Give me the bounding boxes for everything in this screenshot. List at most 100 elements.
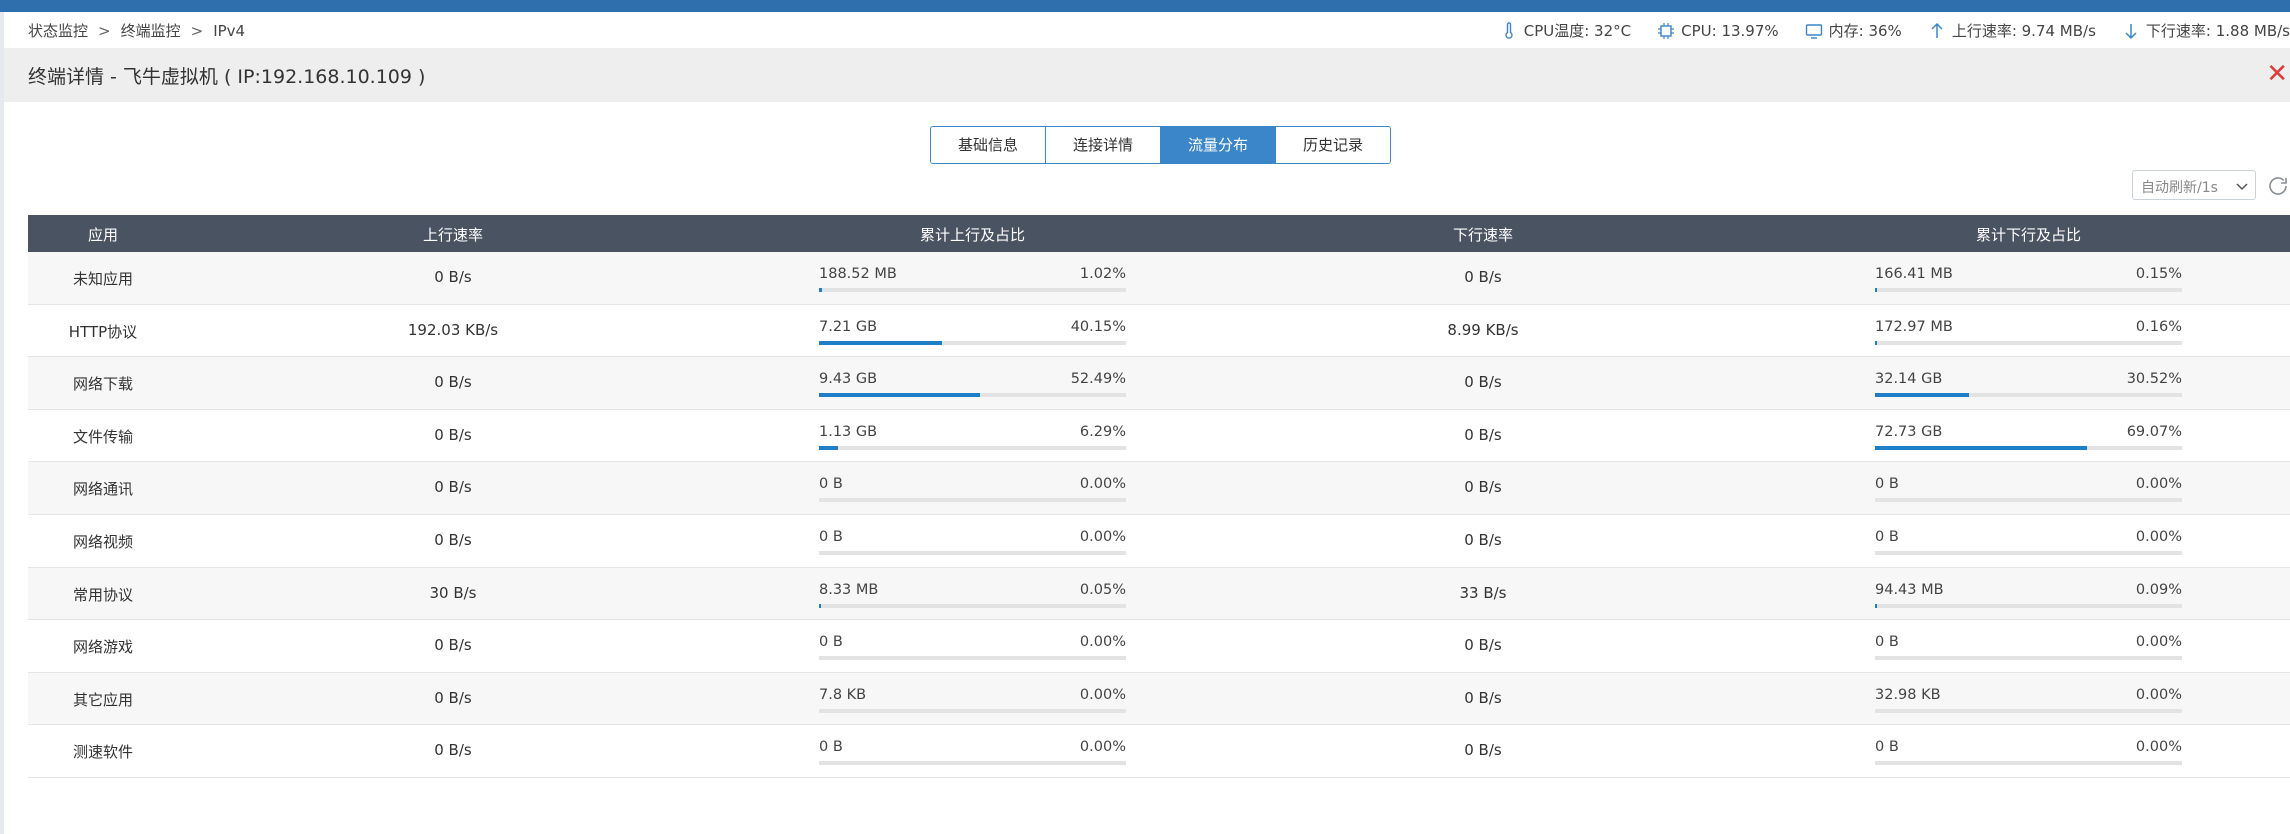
upload-progress-track xyxy=(819,498,1126,503)
crumb-bar: 状态监控 > 终端监控 > IPv4 CPU温度: 32°C CPU: 13.9… xyxy=(0,12,2290,48)
memory-text: 内存: 36% xyxy=(1828,22,1902,40)
upload-total-percent: 40.15% xyxy=(1070,318,1126,335)
upload-total-percent: 52.49% xyxy=(1070,371,1126,388)
table-row: 网络视频 0 B/s 0 B 0.00% 0 B/s 0 B 0.00% xyxy=(28,514,2290,568)
table-row: 未知应用 0 B/s 188.52 MB 1.02% 0 B/s 166.41 MB 0.1… xyxy=(28,252,2290,305)
download-rate: 0 B/s xyxy=(1464,741,1502,760)
download-progress-track xyxy=(1875,656,2182,661)
upload-total-percent: 1.02% xyxy=(1079,266,1126,282)
download-progress-track xyxy=(1875,340,2182,345)
upload-total-value: 1.13 GB xyxy=(819,423,878,440)
arrow-down-icon xyxy=(2125,23,2137,39)
download-progress-track xyxy=(1875,708,2182,713)
upload-total-bar: 0 B 0.00% xyxy=(819,476,1126,503)
memory-status: 内存: 36% xyxy=(1805,20,1902,41)
title-bar: 终端详情 - 飞牛虚拟机 ( IP:192.168.10.109 ) ✕ xyxy=(4,48,2290,102)
breadcrumb-item-terminal-monitor[interactable]: 终端监控 xyxy=(121,20,181,41)
tab-traffic-distribution[interactable]: 流量分布 xyxy=(1161,127,1276,163)
upload-progress-track xyxy=(819,656,1126,661)
upload-progress-fill xyxy=(819,393,981,398)
upload-total-percent: 0.00% xyxy=(1079,476,1126,493)
upload-total-value: 0 B xyxy=(819,528,843,545)
upload-rate: 0 B/s xyxy=(434,741,472,760)
download-rate-status: 下行速率: 1.88 MB/s xyxy=(2122,20,2290,41)
download-total-bar: 94.43 MB 0.09% xyxy=(1875,582,2182,608)
tab-history[interactable]: 历史记录 xyxy=(1276,127,1390,163)
download-progress-fill xyxy=(1875,288,1877,292)
app-name: HTTP协议 xyxy=(68,322,138,341)
system-status: CPU温度: 32°C CPU: 13.97% 内存: 36% 上行速率: 9.… xyxy=(1500,20,2290,41)
cpu-text: CPU: 13.97% xyxy=(1681,21,1779,40)
upload-total-percent: 6.29% xyxy=(1079,423,1126,440)
thermometer-icon xyxy=(1505,21,1513,39)
download-progress-fill xyxy=(1875,340,1877,345)
download-progress-track xyxy=(1875,393,2182,398)
breadcrumb: 状态监控 > 终端监控 > IPv4 xyxy=(28,20,245,41)
upload-total-value: 7.8 KB xyxy=(819,686,867,703)
tab-basic-info[interactable]: 基础信息 xyxy=(931,127,1046,163)
download-total-value: 0 B xyxy=(1875,739,1899,756)
download-total-bar: 32.14 GB 30.52% xyxy=(1875,371,2182,398)
upload-progress-fill xyxy=(819,288,823,292)
chevron-down-icon xyxy=(2236,183,2248,191)
app-name: 未知应用 xyxy=(72,270,133,288)
download-total-bar: 0 B 0.00% xyxy=(1875,529,2182,555)
upload-total-bar: 0 B 0.00% xyxy=(819,634,1126,661)
upload-rate-status: 上行速率: 9.74 MB/s xyxy=(1928,20,2096,41)
download-total-percent: 0.09% xyxy=(2135,581,2182,598)
download-total-percent: 0.00% xyxy=(2135,634,2182,651)
arrow-up-icon xyxy=(1931,22,1943,38)
download-total-percent: 0.00% xyxy=(2135,476,2182,493)
table-body: 未知应用 0 B/s 188.52 MB 1.02% 0 B/s 166.41 MB 0.1… xyxy=(28,252,2290,778)
upload-total-bar: 9.43 GB 52.49% xyxy=(819,371,1126,398)
download-progress-fill xyxy=(1875,445,2088,450)
download-total-value: 166.41 MB xyxy=(1875,266,1953,282)
upload-total-value: 0 B xyxy=(819,739,843,756)
monitor-icon xyxy=(1805,23,1822,39)
app-name: 网络通讯 xyxy=(72,480,133,499)
app-name: 其它应用 xyxy=(72,690,133,709)
download-progress-track xyxy=(1875,550,2182,555)
download-total-value: 32.98 KB xyxy=(1875,686,1941,703)
auto-refresh-select[interactable]: 自动刷新/1s xyxy=(2132,170,2256,200)
app-name: 网络游戏 xyxy=(72,638,133,657)
upload-total-percent: 0.00% xyxy=(1079,528,1126,545)
upload-rate: 0 B/s xyxy=(434,268,472,286)
upload-rate: 0 B/s xyxy=(434,530,472,549)
refresh-icon[interactable] xyxy=(2266,174,2290,198)
upload-rate: 0 B/s xyxy=(434,636,472,655)
download-progress-track xyxy=(1875,288,2182,292)
download-total-bar: 72.73 GB 69.07% xyxy=(1875,424,2182,450)
upload-total-percent: 0.05% xyxy=(1079,581,1126,598)
download-progress-track xyxy=(1875,603,2182,608)
upload-progress-fill xyxy=(819,340,943,345)
upload-total-bar: 8.33 MB 0.05% xyxy=(819,582,1126,608)
table-row: 常用协议 30 B/s 8.33 MB 0.05% 33 B/s 94.43 MB 0.09… xyxy=(28,567,2290,621)
upload-progress-track xyxy=(819,288,1126,292)
upload-total-bar: 188.52 MB 1.02% xyxy=(819,266,1126,292)
upload-rate: 0 B/s xyxy=(434,373,472,392)
app-name: 测速软件 xyxy=(72,743,133,762)
upload-rate: 0 B/s xyxy=(434,425,472,444)
tab-connection-details[interactable]: 连接详情 xyxy=(1046,127,1161,163)
table-row: 网络游戏 0 B/s 0 B 0.00% 0 B/s 0 B 0.00% xyxy=(28,620,2290,673)
download-total-bar: 0 B 0.00% xyxy=(1875,634,2182,661)
breadcrumb-separator: > xyxy=(98,21,111,40)
upload-progress-track xyxy=(819,445,1126,450)
download-rate: 8.99 KB/s xyxy=(1447,320,1519,339)
table-row: 网络通讯 0 B/s 0 B 0.00% 0 B/s 0 B 0.00% xyxy=(28,462,2290,515)
download-total-percent: 0.15% xyxy=(2135,266,2182,282)
table-row: 测速软件 0 B/s 0 B 0.00% 0 B/s 0 B 0.00% xyxy=(28,725,2290,778)
breadcrumb-item-status-monitor[interactable]: 状态监控 xyxy=(28,20,88,41)
download-progress-track xyxy=(1875,445,2182,450)
upload-total-percent: 0.00% xyxy=(1079,739,1126,756)
close-icon[interactable]: ✕ xyxy=(2266,60,2288,88)
upload-rate-text: 上行速率: 9.74 MB/s xyxy=(1951,22,2096,40)
app-name: 网络下载 xyxy=(72,375,133,394)
download-total-bar: 0 B 0.00% xyxy=(1875,739,2182,766)
app-name: 网络视频 xyxy=(72,532,133,551)
app-name: 常用协议 xyxy=(72,585,133,604)
cpu-temp-status: CPU温度: 32°C xyxy=(1500,20,1631,41)
upload-total-percent: 0.00% xyxy=(1079,634,1126,651)
page-title: 终端详情 - 飞牛虚拟机 ( IP:192.168.10.109 ) xyxy=(28,66,426,88)
